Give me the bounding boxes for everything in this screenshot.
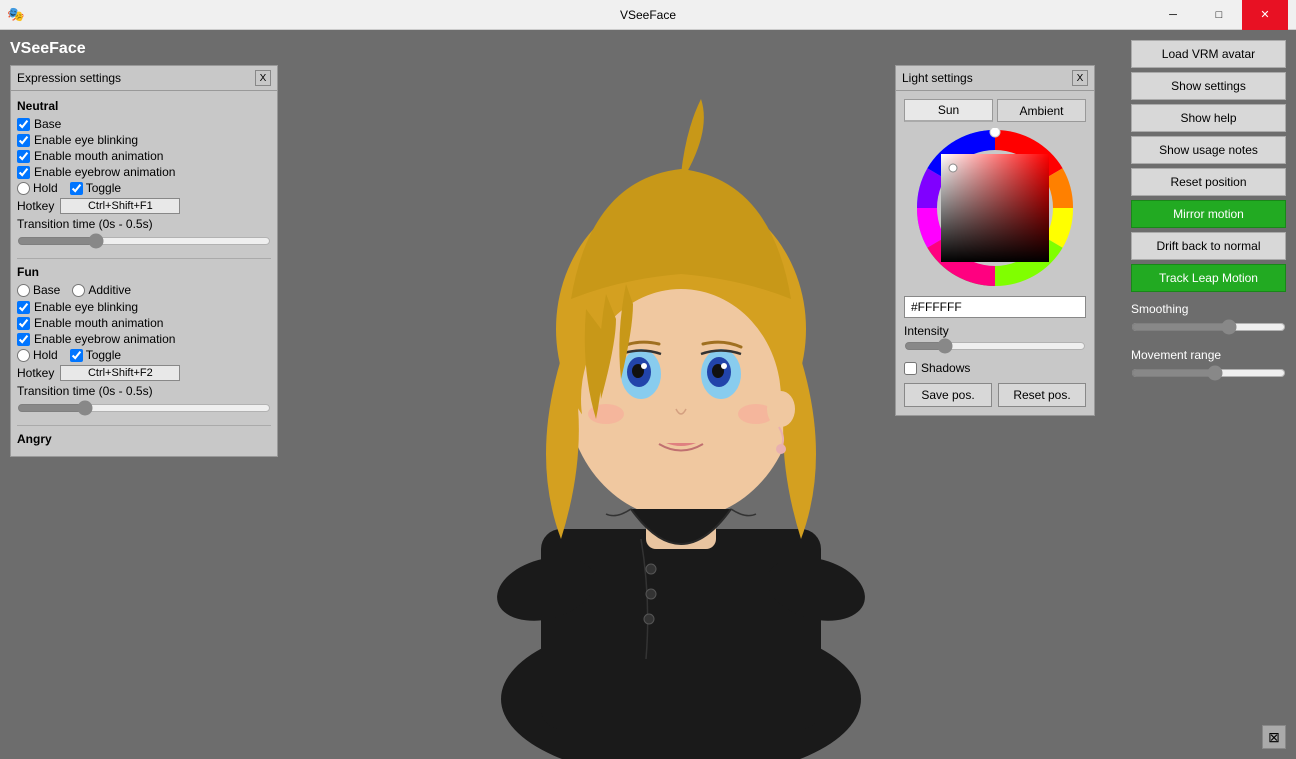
neutral-base-checkbox[interactable] xyxy=(17,118,30,131)
movement-range-section: Movement range xyxy=(1131,348,1286,384)
movement-range-label: Movement range xyxy=(1131,348,1286,362)
neutral-mouth-anim-row: Enable mouth animation xyxy=(17,149,271,163)
reset-position-button[interactable]: Reset position xyxy=(1131,168,1286,196)
fun-base-additive-row: Base Additive xyxy=(17,283,271,297)
neutral-hold-radio[interactable] xyxy=(17,182,30,195)
fun-mouth-anim-label: Enable mouth animation xyxy=(34,316,163,330)
fun-mouth-anim-row: Enable mouth animation xyxy=(17,316,271,330)
drift-back-button[interactable]: Drift back to normal xyxy=(1131,232,1286,260)
neutral-eye-blink-label: Enable eye blinking xyxy=(34,133,138,147)
neutral-eye-blink-checkbox[interactable] xyxy=(17,134,30,147)
window-controls: ─ □ ✕ xyxy=(1150,0,1288,30)
fun-additive-item: Additive xyxy=(72,283,131,297)
right-panel: Load VRM avatar Show settings Show help … xyxy=(1131,40,1286,384)
fun-mouth-anim-checkbox[interactable] xyxy=(17,317,30,330)
neutral-mouth-anim-label: Enable mouth animation xyxy=(34,149,163,163)
track-leap-motion-button[interactable]: Track Leap Motion xyxy=(1131,264,1286,292)
expression-panel-header: Expression settings X xyxy=(11,66,277,91)
expression-panel-close[interactable]: X xyxy=(255,70,271,86)
fun-eyebrow-anim-checkbox[interactable] xyxy=(17,333,30,346)
fun-hotkey-label: Hotkey xyxy=(17,366,54,380)
mirror-motion-button[interactable]: Mirror motion xyxy=(1131,200,1286,228)
fun-base-label: Base xyxy=(33,283,60,297)
neutral-eye-blink-row: Enable eye blinking xyxy=(17,133,271,147)
fun-slider-container xyxy=(17,400,271,419)
load-vrm-button[interactable]: Load VRM avatar xyxy=(1131,40,1286,68)
fun-base-radio[interactable] xyxy=(17,284,30,297)
fun-transition-row: Transition time (0s - 0.5s) xyxy=(17,384,271,398)
neutral-hold-label: Hold xyxy=(33,181,58,195)
section-angry: Angry xyxy=(17,432,271,446)
avatar-svg xyxy=(431,79,931,759)
fun-eye-blink-label: Enable eye blinking xyxy=(34,300,138,314)
main-area: VSeeFace Version: 1.13.24 β [Please do n… xyxy=(0,30,1296,759)
neutral-toggle-label: Toggle xyxy=(86,181,121,195)
fun-transition-slider[interactable] xyxy=(17,400,271,416)
section-fun: Fun xyxy=(17,265,271,279)
fun-base-item: Base xyxy=(17,283,60,297)
expression-panel-body: Neutral Base Enable eye blinking Enable … xyxy=(11,91,277,456)
fun-hotkey-row: Hotkey xyxy=(17,365,271,381)
neutral-toggle-checkbox[interactable] xyxy=(70,182,83,195)
show-settings-button[interactable]: Show settings xyxy=(1131,72,1286,100)
maximize-button[interactable]: □ xyxy=(1196,0,1242,30)
neutral-mouth-anim-checkbox[interactable] xyxy=(17,150,30,163)
close-button[interactable]: ✕ xyxy=(1242,0,1288,30)
neutral-eyebrow-anim-label: Enable eyebrow animation xyxy=(34,165,175,179)
fun-hotkey-input[interactable] xyxy=(60,365,180,381)
expression-panel: Expression settings X Neutral Base Enabl… xyxy=(10,65,278,457)
fun-toggle-item: Toggle xyxy=(70,348,121,362)
fun-hold-label: Hold xyxy=(33,348,58,362)
fun-additive-label: Additive xyxy=(88,283,131,297)
fun-hold-radio[interactable] xyxy=(17,349,30,362)
fun-eyebrow-anim-row: Enable eyebrow animation xyxy=(17,332,271,346)
movement-range-slider[interactable] xyxy=(1131,365,1286,381)
smoothing-section: Smoothing xyxy=(1131,302,1286,338)
neutral-eyebrow-anim-checkbox[interactable] xyxy=(17,166,30,179)
neutral-base-label: Base xyxy=(34,117,61,131)
fun-eye-blink-row: Enable eye blinking xyxy=(17,300,271,314)
section-neutral: Neutral xyxy=(17,99,271,113)
neutral-hold-toggle-row: Hold Toggle xyxy=(17,181,271,195)
neutral-slider-container xyxy=(17,233,271,252)
fun-hold-item: Hold xyxy=(17,348,58,362)
avatar-area xyxy=(285,30,1076,759)
app-icon: 🎭 xyxy=(8,7,24,23)
smoothing-label: Smoothing xyxy=(1131,302,1286,316)
minimize-button[interactable]: ─ xyxy=(1150,0,1196,30)
show-usage-notes-button[interactable]: Show usage notes xyxy=(1131,136,1286,164)
neutral-transition-slider[interactable] xyxy=(17,233,271,249)
window-title: VSeeFace xyxy=(620,8,676,22)
neutral-toggle-item: Toggle xyxy=(70,181,121,195)
smoothing-slider[interactable] xyxy=(1131,319,1286,335)
fun-eyebrow-anim-label: Enable eyebrow animation xyxy=(34,332,175,346)
show-help-button[interactable]: Show help xyxy=(1131,104,1286,132)
bottom-right-icon[interactable]: ⊠ xyxy=(1262,725,1286,749)
fun-additive-radio[interactable] xyxy=(72,284,85,297)
neutral-hotkey-label: Hotkey xyxy=(17,199,54,213)
title-bar: 🎭 VSeeFace ─ □ ✕ xyxy=(0,0,1296,30)
fun-toggle-checkbox[interactable] xyxy=(70,349,83,362)
app-name: VSeeFace xyxy=(10,40,144,58)
neutral-hotkey-input[interactable] xyxy=(60,198,180,214)
expression-panel-title: Expression settings xyxy=(17,71,121,85)
neutral-base-row: Base xyxy=(17,117,271,131)
neutral-eyebrow-anim-row: Enable eyebrow animation xyxy=(17,165,271,179)
fun-eye-blink-checkbox[interactable] xyxy=(17,301,30,314)
neutral-transition-row: Transition time (0s - 0.5s) xyxy=(17,217,271,231)
neutral-hotkey-row: Hotkey xyxy=(17,198,271,214)
fun-hold-toggle-row: Hold Toggle xyxy=(17,348,271,362)
fun-toggle-label: Toggle xyxy=(86,348,121,362)
neutral-hold-item: Hold xyxy=(17,181,58,195)
